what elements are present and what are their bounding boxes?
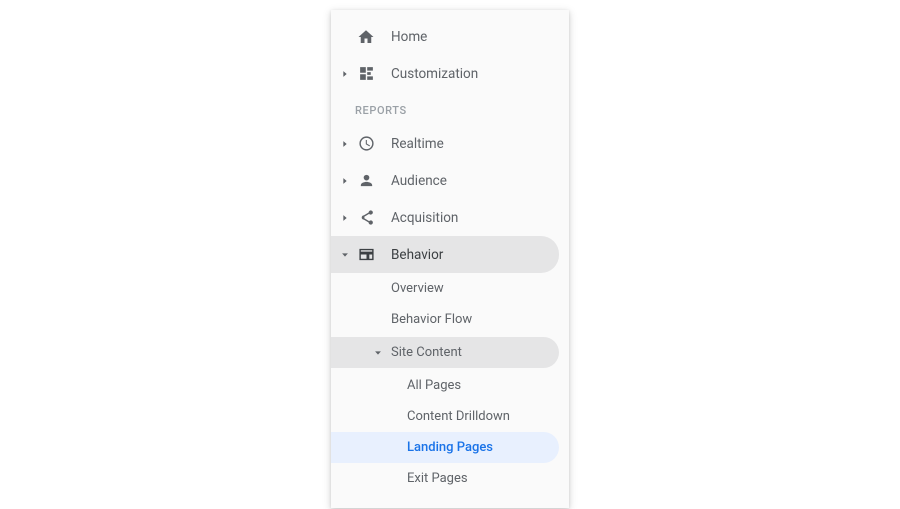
nav-audience[interactable]: Audience [331,162,569,199]
chevron-down-icon [367,348,383,358]
sub-site-content[interactable]: Site Content [331,337,559,368]
sub2-exit-pages-label: Exit Pages [407,471,468,486]
chevron-right-icon [339,213,351,223]
clock-icon [357,135,375,153]
person-icon [357,172,375,190]
sub2-content-drilldown[interactable]: Content Drilldown [331,401,559,432]
nav-audience-label: Audience [391,173,555,189]
sub-behavior-flow[interactable]: Behavior Flow [331,304,559,335]
home-icon [357,28,375,46]
nav-home[interactable]: Home [331,18,569,55]
sub-behavior-flow-label: Behavior Flow [391,312,472,327]
sub2-all-pages-label: All Pages [407,378,461,393]
sub-overview-label: Overview [391,281,444,296]
chevron-right-icon [339,69,351,79]
nav-realtime-label: Realtime [391,136,555,152]
nav-customization[interactable]: Customization [331,55,569,92]
sub2-exit-pages[interactable]: Exit Pages [331,463,559,494]
nav-behavior[interactable]: Behavior [331,236,559,273]
nav-realtime[interactable]: Realtime [331,125,569,162]
sidebar: Home Customization REPORTS Realtime Audi… [331,10,569,508]
chevron-right-icon [339,176,351,186]
behavior-icon [357,246,375,264]
sub-overview[interactable]: Overview [331,273,559,304]
sub2-all-pages[interactable]: All Pages [331,370,559,401]
dashboard-icon [357,65,375,83]
nav-acquisition[interactable]: Acquisition [331,199,569,236]
nav-home-label: Home [391,29,555,45]
sub2-landing-pages[interactable]: Landing Pages [331,432,559,463]
section-reports-label: REPORTS [331,92,569,125]
sub2-content-drilldown-label: Content Drilldown [407,409,510,424]
nav-behavior-label: Behavior [391,247,545,263]
nav-customization-label: Customization [391,66,555,82]
share-icon [357,209,375,227]
sub2-landing-pages-label: Landing Pages [407,440,493,455]
chevron-down-icon [339,250,351,260]
nav-acquisition-label: Acquisition [391,210,555,226]
sub-site-content-label: Site Content [391,345,462,360]
chevron-right-icon [339,139,351,149]
